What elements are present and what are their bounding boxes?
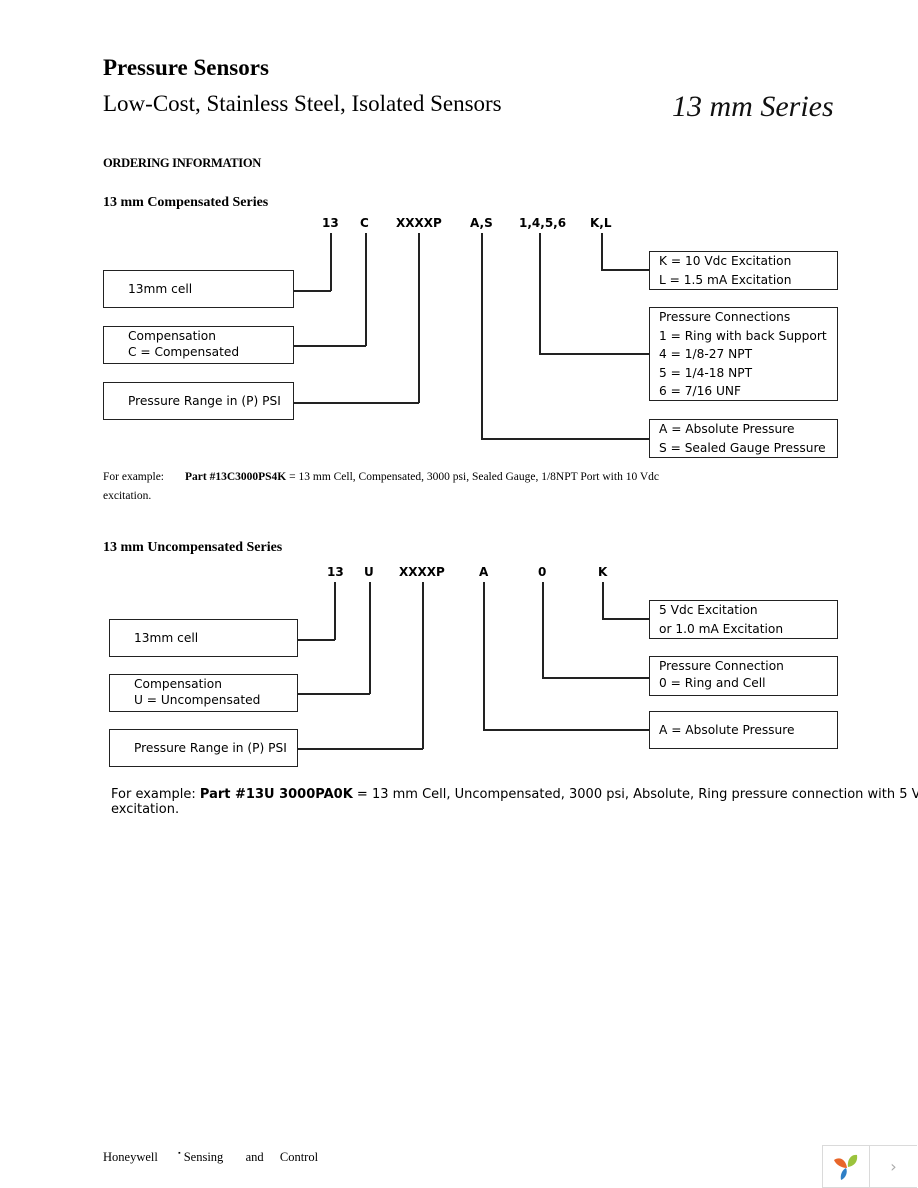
option-text: Pressure Connection	[659, 659, 784, 673]
option-box-compensation: Compensation C = Compensated	[103, 326, 294, 364]
option-text: Pressure Connections	[659, 310, 791, 324]
connector-line	[539, 233, 541, 354]
example-compensated-continuation: excitation.	[103, 490, 152, 502]
code-segment: U	[364, 565, 374, 579]
connector-line	[334, 582, 336, 640]
option-box-pressure-connection: Pressure Connection 0 = Ring and Cell	[649, 656, 838, 696]
option-text: 4 = 1/8-27 NPT	[659, 347, 753, 361]
option-text: Pressure Range in (P) PSI	[134, 741, 287, 755]
option-text: 6 = 7/16 UNF	[659, 384, 742, 398]
option-text: K = 10 Vdc Excitation	[659, 254, 792, 268]
connector-line	[297, 693, 370, 695]
example-uncompensated: For example: Part #13U 3000PA0K = 13 mm …	[111, 787, 918, 803]
option-text: 13mm cell	[128, 282, 193, 296]
example-compensated: For example: Part #13C3000PS4K = 13 mm Ce…	[103, 471, 659, 483]
code-segment: 13	[322, 216, 339, 230]
footer-word: Sensing	[183, 1150, 224, 1164]
option-text: 13mm cell	[134, 631, 199, 645]
footer: Honeywell ▪ Sensing and Control	[103, 1149, 318, 1165]
connector-line	[330, 233, 332, 291]
option-text: 5 = 1/4-18 NPT	[659, 365, 753, 380]
page-title: Pressure Sensors	[103, 55, 269, 80]
example-uncompensated-continuation: excitation.	[111, 802, 180, 817]
connector-line	[369, 582, 371, 694]
code-segment: A,S	[470, 216, 493, 230]
connector-line	[293, 345, 366, 347]
page-subtitle: Low-Cost, Stainless Steel, Isolated Sens…	[103, 91, 502, 116]
option-text: C = Compensated	[128, 345, 240, 359]
option-text: 0 = Ring and Cell	[659, 676, 766, 690]
option-text: Compensation	[128, 329, 216, 343]
option-text: A = Absolute Pressure	[659, 422, 795, 436]
ordering-heading: ORDERING INFORMATION	[103, 156, 262, 170]
option-box-pressure-type: A = Absolute Pressure	[649, 711, 838, 749]
option-box-compensation: Compensation U = Uncompensated	[109, 674, 298, 712]
connector-line	[297, 639, 335, 641]
example-part-number: Part #13U 3000PA0K	[199, 787, 353, 802]
connector-line	[601, 269, 649, 271]
connector-line	[293, 402, 419, 404]
example-prefix: For example:	[111, 787, 200, 802]
uncompensated-section-title: 13 mm Uncompensated Series	[103, 540, 283, 555]
connector-line	[483, 729, 649, 731]
connector-line	[601, 233, 603, 270]
option-box-pressure-range: Pressure Range in (P) PSI	[109, 729, 298, 767]
code-segment: K	[598, 565, 608, 579]
option-box-pressure-range: Pressure Range in (P) PSI	[103, 382, 294, 420]
connector-line	[418, 233, 420, 403]
footer-company: Honeywell	[103, 1150, 158, 1164]
footer-bullet-icon: ▪	[178, 1149, 181, 1157]
option-text: Compensation	[134, 677, 222, 691]
option-text: U = Uncompensated	[134, 693, 261, 707]
connector-line	[293, 290, 331, 292]
option-text: 5 Vdc Excitation	[659, 603, 758, 617]
connector-line	[422, 582, 424, 749]
connector-line	[365, 233, 367, 346]
option-box-pressure-type: A = Absolute Pressure S = Sealed Gauge P…	[649, 419, 838, 458]
connector-line	[602, 582, 604, 619]
next-page-button[interactable]: ›	[870, 1146, 917, 1187]
option-box-excitation: K = 10 Vdc Excitation L = 1.5 mA Excitat…	[649, 251, 838, 290]
code-segment: XXXXP	[396, 216, 442, 230]
connector-line	[297, 748, 423, 750]
option-box-excitation: 5 Vdc Excitation or 1.0 mA Excitation	[649, 600, 838, 639]
option-text: or 1.0 mA Excitation	[659, 621, 784, 636]
option-text: 1 = Ring with back Support	[659, 328, 827, 343]
connector-line	[539, 353, 649, 355]
example-description: = 13 mm Cell, Compensated, 3000 psi, Sea…	[286, 471, 660, 483]
option-box-cell: 13mm cell	[103, 270, 294, 308]
compensated-section-title: 13 mm Compensated Series	[103, 195, 269, 210]
yii-logo-icon[interactable]	[823, 1146, 870, 1187]
option-text: A = Absolute Pressure	[659, 723, 795, 737]
example-prefix: For example:	[103, 471, 164, 483]
code-segment: A	[479, 565, 489, 579]
connector-line	[481, 438, 649, 440]
connector-line	[542, 677, 649, 679]
option-box-cell: 13mm cell	[109, 619, 298, 657]
footer-word: and	[245, 1150, 264, 1164]
series-title: 13 mm Series	[672, 90, 834, 123]
option-text: L = 1.5 mA Excitation	[659, 272, 792, 287]
option-text: Pressure Range in (P) PSI	[128, 394, 281, 408]
code-segment: 0	[538, 565, 547, 579]
viewer-nav-widget: ›	[822, 1145, 917, 1188]
connector-line	[483, 582, 485, 730]
footer-word: Control	[279, 1150, 319, 1164]
code-segment: 13	[327, 565, 344, 579]
example-part-number: Part #13C3000PS4K	[185, 471, 287, 483]
code-segment: 1,4,5,6	[519, 216, 567, 230]
connector-line	[602, 618, 649, 620]
code-segment: C	[360, 216, 369, 230]
chevron-right-icon: ›	[890, 1157, 897, 1176]
option-box-pressure-connections: Pressure Connections 1 = Ring with back …	[649, 307, 838, 401]
code-segment: XXXXP	[399, 565, 445, 579]
option-text: S = Sealed Gauge Pressure	[659, 440, 826, 455]
code-segment: K,L	[590, 216, 612, 230]
example-description: = 13 mm Cell, Uncompensated, 3000 psi, A…	[352, 787, 918, 802]
connector-line	[542, 582, 544, 678]
connector-line	[481, 233, 483, 439]
